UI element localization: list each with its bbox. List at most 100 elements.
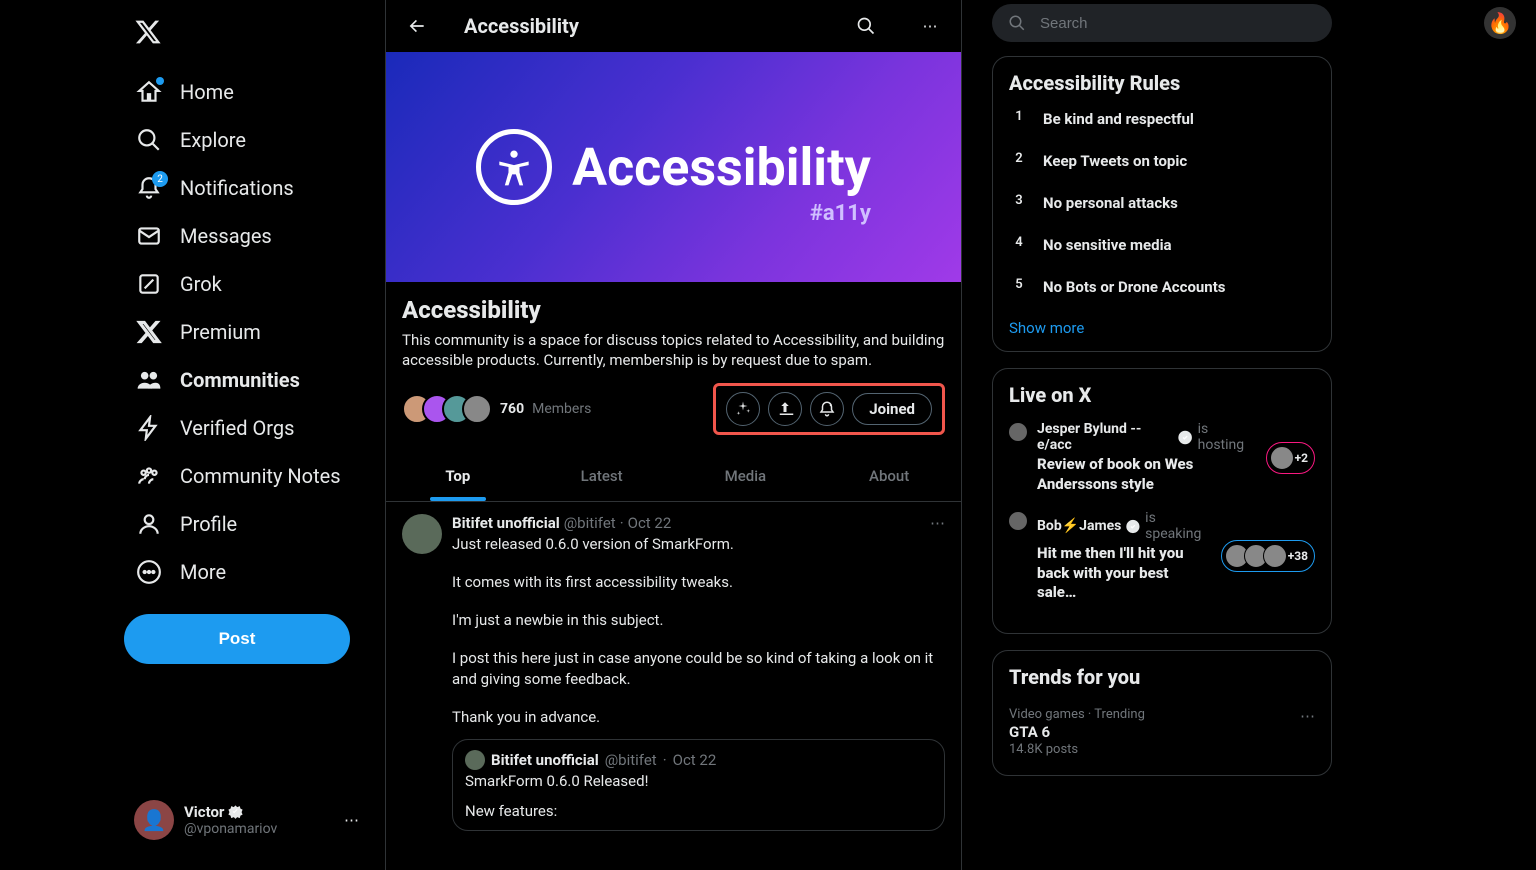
joined-button[interactable]: Joined [852, 393, 932, 425]
rule-item[interactable]: 2Keep Tweets on topic [1009, 151, 1315, 171]
quoted-handle: @bitifet [605, 751, 657, 769]
notification-badge: 2 [152, 171, 168, 187]
live-name: Jesper Bylund -- e/acc [1037, 421, 1173, 453]
trend-item[interactable]: Video games · Trending GTA 6 14.8K posts… [1009, 703, 1315, 761]
nav-verified-orgs[interactable]: Verified Orgs [124, 404, 369, 452]
avatar: 👤 [134, 800, 174, 840]
mail-icon [136, 223, 162, 249]
nav-community-notes[interactable]: Community Notes [124, 452, 369, 500]
notification-button[interactable] [810, 392, 844, 426]
account-switcher[interactable]: 👤 Victor @vponamariov ⋯ [124, 790, 369, 850]
tab-latest[interactable]: Latest [530, 451, 674, 501]
live-card: Live on X Jesper Bylund -- e/acc is host… [992, 368, 1332, 634]
home-icon [136, 79, 162, 105]
account-name: Victor [184, 803, 224, 821]
members-link[interactable]: 760 Members [402, 394, 591, 424]
post-button[interactable]: Post [124, 614, 350, 664]
accessibility-icon [476, 129, 552, 205]
verified-icon [227, 804, 244, 821]
search-icon [1008, 14, 1026, 32]
nav-label: Community Notes [180, 464, 341, 488]
nav-label: Explore [180, 128, 246, 152]
verified-icon [1177, 429, 1193, 446]
post-author[interactable]: Bitifet unofficial [452, 514, 560, 532]
search-box[interactable] [992, 4, 1332, 42]
nav-communities[interactable]: Communities [124, 356, 369, 404]
nav-label: Home [180, 80, 234, 104]
more-button[interactable]: ⋯ [913, 9, 947, 43]
rule-item[interactable]: 5No Bots or Drone Accounts [1009, 277, 1315, 297]
notification-dot [156, 77, 164, 85]
quoted-author: Bitifet unofficial [491, 751, 599, 769]
nav-home[interactable]: Home [124, 68, 369, 116]
post-avatar[interactable] [402, 514, 442, 554]
back-button[interactable] [400, 9, 434, 43]
nav-premium[interactable]: Premium [124, 308, 369, 356]
member-label: Members [532, 401, 591, 417]
member-count: 760 [500, 401, 524, 417]
live-space-title: Review of book on Wes Anderssons style [1037, 455, 1256, 494]
post[interactable]: Bitifet unofficial @bitifet · Oct 22 ⋯ J… [386, 502, 961, 844]
lightning-icon [136, 415, 162, 441]
trend-more-button[interactable]: ⋯ [1300, 707, 1315, 757]
nav-label: Messages [180, 224, 272, 248]
member-avatar [462, 394, 492, 424]
nav-more[interactable]: More [124, 548, 369, 596]
rule-item[interactable]: 4No sensitive media [1009, 235, 1315, 255]
person-icon [136, 511, 162, 537]
live-name: Bob⚡James [1037, 518, 1121, 534]
search-button[interactable] [849, 9, 883, 43]
tab-top[interactable]: Top [386, 451, 530, 501]
live-avatar [1009, 423, 1027, 441]
nav-messages[interactable]: Messages [124, 212, 369, 260]
live-title: Live on X [1009, 383, 1315, 407]
quoted-line: New features: [465, 802, 932, 820]
rule-item[interactable]: 3No personal attacks [1009, 193, 1315, 213]
nav-notifications[interactable]: 2 Notifications [124, 164, 369, 212]
nav-label: Premium [180, 320, 261, 344]
user-avatar[interactable]: 🔥 [1484, 7, 1516, 39]
x-icon [136, 319, 162, 345]
nav-label: Communities [180, 368, 300, 392]
grok-icon [136, 271, 162, 297]
nav-explore[interactable]: Explore [124, 116, 369, 164]
live-item[interactable]: Jesper Bylund -- e/acc is hosting Review… [1009, 421, 1315, 494]
trend-name: GTA 6 [1009, 723, 1292, 741]
people-icon [136, 367, 162, 393]
bell-icon: 2 [136, 175, 162, 201]
nav-label: Grok [180, 272, 222, 296]
trends-title: Trends for you [1009, 665, 1315, 689]
x-logo[interactable] [124, 8, 369, 68]
trend-count: 14.8K posts [1009, 742, 1292, 757]
live-status: is hosting [1198, 421, 1256, 453]
tab-about[interactable]: About [817, 451, 961, 501]
quoted-title: SmarkForm 0.6.0 Released! [465, 772, 932, 790]
tab-media[interactable]: Media [674, 451, 818, 501]
show-more-link[interactable]: Show more [1009, 319, 1315, 337]
account-handle: @vponamariov [184, 821, 334, 837]
rule-item[interactable]: 1Be kind and respectful [1009, 109, 1315, 129]
quoted-avatar [465, 750, 485, 770]
post-handle[interactable]: @bitifet [564, 514, 616, 532]
sparkle-button[interactable] [726, 392, 760, 426]
nav-label: Profile [180, 512, 237, 536]
nav-grok[interactable]: Grok [124, 260, 369, 308]
quoted-post[interactable]: Bitifet unofficial @bitifet · Oct 22 Sma… [452, 739, 945, 831]
live-participants: +38 [1221, 540, 1315, 572]
community-banner: Accessibility #a11y [386, 52, 961, 282]
post-date[interactable]: Oct 22 [628, 514, 672, 532]
trend-category: Video games · Trending [1009, 707, 1292, 722]
search-input[interactable] [1040, 15, 1316, 32]
nav-label: Notifications [180, 176, 294, 200]
share-button[interactable] [768, 392, 802, 426]
nav-label: More [180, 560, 226, 584]
post-content: Just released 0.6.0 version of SmarkForm… [452, 534, 945, 728]
highlighted-actions: Joined [713, 383, 945, 435]
group-icon [136, 463, 162, 489]
nav-label: Verified Orgs [180, 416, 294, 440]
community-name: Accessibility [402, 296, 945, 324]
post-more-button[interactable]: ⋯ [930, 514, 945, 532]
more-icon: ⋯ [344, 811, 359, 829]
nav-profile[interactable]: Profile [124, 500, 369, 548]
live-item[interactable]: Bob⚡James is speaking Hit me then I'll h… [1009, 510, 1315, 603]
